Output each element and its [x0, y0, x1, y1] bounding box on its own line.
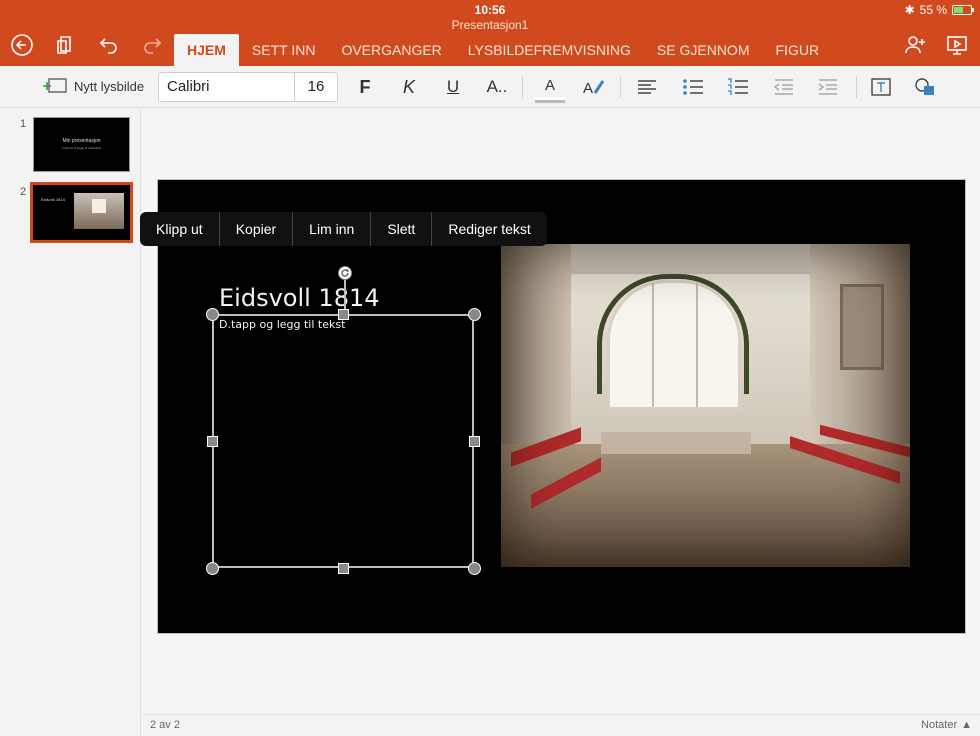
ribbon-tabs: HJEM SETT INN OVERGANGER LYSBILDEFREMVIS… — [174, 34, 832, 66]
resize-handle-right[interactable] — [469, 436, 480, 447]
present-button[interactable] — [944, 32, 970, 58]
page-indicator: 2 av 2 — [150, 719, 180, 731]
toolbar-divider — [620, 76, 621, 98]
caret-up-icon: ▲ — [961, 719, 972, 731]
resize-handle-top[interactable] — [338, 309, 349, 320]
file-button[interactable] — [52, 32, 78, 58]
tab-sett-inn[interactable]: SETT INN — [239, 34, 329, 66]
more-formatting-button[interactable]: A.. — [482, 74, 512, 100]
thumbnail-title: Min presentasjon — [62, 138, 101, 144]
thumbnail-number: 2 — [20, 186, 27, 198]
add-person-icon — [905, 36, 925, 54]
context-paste[interactable]: Lim inn — [293, 212, 372, 246]
tab-se-gjennom[interactable]: SE GJENNOM — [644, 34, 763, 66]
battery-percent: 55 % — [919, 3, 947, 17]
numbered-list-icon — [728, 78, 748, 95]
tab-overganger[interactable]: OVERGANGER — [328, 34, 454, 66]
text-box-button[interactable] — [866, 74, 896, 100]
photo-vignette — [501, 244, 910, 567]
status-indicators: ✱ 55 % — [904, 3, 974, 17]
thumbnail-title: Eidsvoll 1814 — [41, 197, 65, 202]
thumbnail-subtitle: Trykk for å legge til undertittel — [61, 146, 102, 150]
bold-button[interactable]: F — [350, 74, 380, 100]
tab-figur[interactable]: FIGUR — [763, 34, 833, 66]
tab-lysbildefremvisning[interactable]: LYSBILDEFREMVISNING — [455, 34, 644, 66]
slide-thumbnail-2[interactable]: Eidsvoll 1814 — [30, 182, 133, 243]
app-header: 10:56 Presentasjon1 ✱ 55 % HJEM SETT INN… — [0, 0, 980, 66]
home-toolbar: Nytt lysbilde Calibri 16 F K U A.. A A — [0, 66, 980, 108]
font-size-field[interactable]: 16 — [295, 73, 337, 101]
rotate-handle[interactable] — [338, 266, 352, 280]
slide-thumbnail-1[interactable]: Min presentasjon Trykk for å legge til u… — [33, 117, 130, 172]
resize-handle-left[interactable] — [207, 436, 218, 447]
underline-button[interactable]: U — [438, 74, 468, 100]
bullet-list-icon — [683, 79, 703, 95]
file-icon — [57, 36, 71, 54]
bullets-button[interactable] — [678, 74, 708, 100]
slide-thumbnail-panel: 1 Min presentasjon Trykk for å legge til… — [0, 108, 141, 736]
tab-hjem[interactable]: HJEM — [174, 34, 239, 66]
redo-icon — [144, 38, 162, 54]
bluetooth-icon: ✱ — [904, 3, 915, 17]
shapes-button[interactable] — [910, 74, 940, 100]
context-menu: Klipp ut Kopier Lim inn Slett Rediger te… — [140, 212, 547, 246]
context-copy[interactable]: Kopier — [220, 212, 294, 246]
document-title[interactable]: Presentasjon1 — [0, 18, 980, 32]
shapes-icon — [915, 78, 934, 95]
back-button[interactable] — [9, 32, 35, 58]
status-time: 10:56 — [474, 3, 506, 17]
numbering-button[interactable] — [723, 74, 753, 100]
new-slide-button[interactable]: Nytt lysbilde — [42, 76, 144, 96]
slide-title[interactable]: Eidsvoll 1814 — [219, 284, 380, 312]
context-edit-text[interactable]: Rediger tekst — [432, 212, 546, 246]
increase-indent-button[interactable] — [813, 74, 843, 100]
slide-photo[interactable] — [501, 244, 910, 567]
resize-handle-bottom-right[interactable] — [468, 562, 481, 575]
highlight-button[interactable]: A — [579, 74, 609, 100]
redo-button[interactable] — [139, 32, 165, 58]
svg-text:A: A — [583, 80, 593, 97]
undo-button[interactable] — [96, 32, 122, 58]
resize-handle-bottom[interactable] — [338, 563, 349, 574]
resize-handle-top-right[interactable] — [468, 308, 481, 321]
notes-button[interactable]: Notater ▲ — [921, 719, 972, 731]
outdent-icon — [773, 79, 793, 95]
rotate-icon — [341, 269, 349, 277]
font-name-field[interactable]: Calibri — [159, 73, 295, 101]
thumbnail-number: 1 — [20, 118, 27, 130]
context-cut[interactable]: Klipp ut — [140, 212, 220, 246]
toolbar-divider — [856, 76, 857, 98]
resize-handle-top-left[interactable] — [206, 308, 219, 321]
text-box-icon — [871, 78, 891, 96]
back-arrow-icon — [11, 34, 33, 56]
align-left-icon — [638, 80, 656, 94]
toolbar-divider — [522, 76, 523, 98]
font-picker: Calibri 16 — [158, 72, 338, 102]
indent-icon — [818, 79, 837, 95]
new-slide-label: Nytt lysbilde — [74, 78, 145, 94]
context-delete[interactable]: Slett — [371, 212, 433, 246]
share-button[interactable] — [902, 32, 928, 58]
new-slide-icon — [43, 78, 67, 93]
status-bar: 2 av 2 Notater ▲ — [142, 714, 980, 736]
italic-button[interactable]: K — [394, 74, 424, 100]
font-color-button[interactable]: A — [535, 74, 565, 100]
undo-icon — [99, 38, 117, 54]
notes-label: Notater — [921, 719, 958, 731]
align-left-button[interactable] — [632, 74, 662, 100]
selected-text-box[interactable] — [212, 314, 474, 568]
highlighter-icon: A — [583, 80, 605, 97]
slideshow-icon — [947, 36, 967, 55]
battery-icon — [952, 5, 974, 15]
decrease-indent-button[interactable] — [769, 74, 799, 100]
resize-handle-bottom-left[interactable] — [206, 562, 219, 575]
thumbnail-image — [74, 193, 124, 229]
